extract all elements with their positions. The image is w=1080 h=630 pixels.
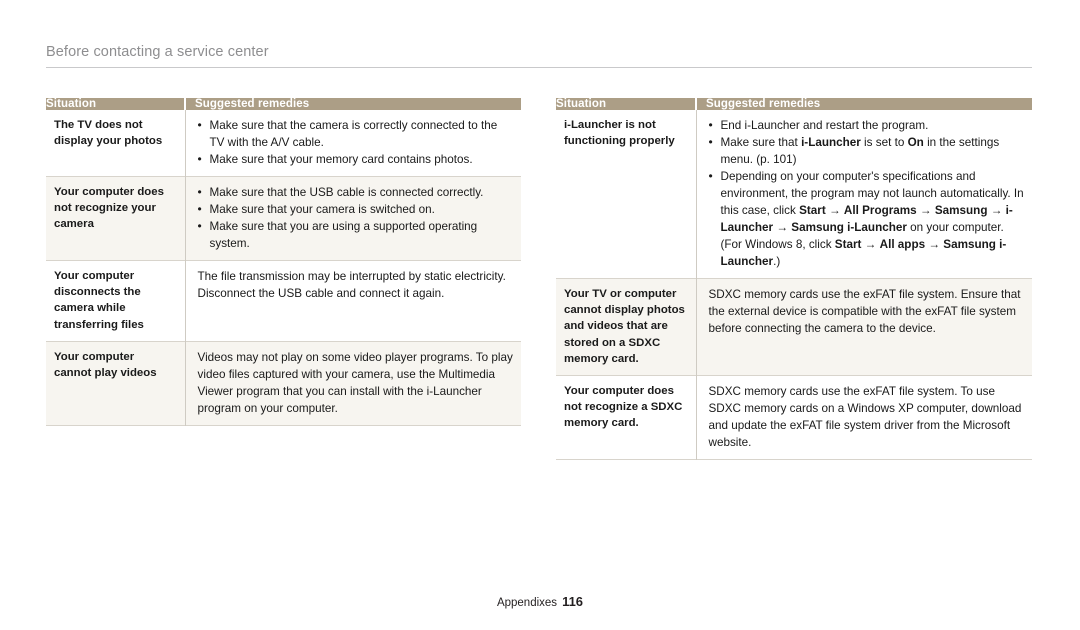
remedy-bullet-item: Make sure that you are using a supported…	[198, 218, 514, 252]
cell-remedy: Make sure that the USB cable is connecte…	[185, 176, 521, 261]
cell-situation: i-Launcher is not functioning properly	[556, 110, 697, 279]
table-left-body: The TV does not display your photos Make …	[46, 110, 521, 426]
page-header: Before contacting a service center	[46, 44, 1032, 68]
situation-text: i-Launcher is not functioning properly	[564, 119, 675, 148]
remedy-bullet-item: Depending on your computer's specificati…	[709, 168, 1025, 270]
cell-situation: Your computer cannot play videos	[46, 341, 186, 426]
column-header-suggested-remedies: Suggested remedies	[695, 98, 1032, 110]
table-row: Your computer cannot play videos Videos m…	[46, 341, 521, 426]
situation-text: Your computer does not recognize a SDXC …	[564, 385, 683, 430]
table-row: i-Launcher is not functioning properly En…	[556, 110, 1032, 279]
table-row: Your computer does not recognize a SDXC …	[556, 375, 1032, 460]
cell-remedy: Videos may not play on some video player…	[185, 341, 521, 426]
situation-text: Your computer does not recognize your ca…	[54, 186, 164, 231]
remedy-bullet-list: Make sure that the camera is correctly c…	[198, 117, 514, 168]
page-title: Before contacting a service center	[46, 44, 269, 60]
remedy-bullet-item: Make sure that the camera is correctly c…	[198, 117, 514, 151]
table-row: The TV does not display your photos Make …	[46, 110, 521, 177]
cell-remedy: SDXC memory cards use the exFAT file sys…	[696, 278, 1032, 376]
cell-situation: Your computer does not recognize a SDXC …	[556, 375, 697, 460]
table-left: Situation Suggested remedies The TV does…	[46, 98, 521, 426]
troubleshooting-table-right: Situation Suggested remedies i-Launcher …	[556, 98, 1032, 460]
remedy-paragraph: SDXC memory cards use the exFAT file sys…	[708, 288, 1021, 335]
header-divider	[46, 67, 1032, 68]
remedy-bullet-item: Make sure that your camera is switched o…	[198, 201, 514, 218]
remedy-bullet-list: Make sure that the USB cable is connecte…	[198, 184, 514, 252]
column-header-suggested-remedies: Suggested remedies	[184, 98, 521, 110]
cell-remedy: End i-Launcher and restart the program.M…	[696, 110, 1032, 279]
table-left-head: Situation Suggested remedies	[46, 98, 521, 110]
column-header-situation: Situation	[46, 98, 185, 110]
footer-section-label: Appendixes	[496, 597, 558, 609]
remedy-paragraph: SDXC memory cards use the exFAT file sys…	[708, 385, 1022, 450]
cell-remedy: SDXC memory cards use the exFAT file sys…	[696, 376, 1032, 460]
table-row: Your computer does not recognize your ca…	[46, 176, 521, 261]
remedy-paragraph: The file transmission may be interrupted…	[197, 270, 506, 300]
remedy-bullet-item: Make sure that i-Launcher is set to On i…	[709, 134, 1025, 168]
table-header-row: Situation Suggested remedies	[46, 98, 521, 110]
remedy-bullet-item: Make sure that your memory card contains…	[198, 151, 514, 168]
column-header-situation: Situation	[556, 98, 696, 110]
cell-remedy: The file transmission may be interrupted…	[185, 261, 521, 342]
cell-situation: Your TV or computer cannot display photo…	[556, 278, 697, 376]
page-footer: Appendixes 116	[0, 594, 1080, 609]
remedy-paragraph: Videos may not play on some video player…	[197, 350, 513, 415]
footer-page-number: 116	[562, 594, 584, 609]
troubleshooting-table-left: Situation Suggested remedies The TV does…	[46, 98, 521, 426]
cell-situation: The TV does not display your photos	[46, 110, 186, 177]
situation-text: Your TV or computer cannot display photo…	[564, 288, 685, 365]
remedy-bullet-list: End i-Launcher and restart the program.M…	[709, 117, 1025, 270]
table-row: Your computer disconnects the camera whi…	[46, 260, 521, 342]
cell-situation: Your computer disconnects the camera whi…	[46, 260, 186, 342]
remedy-bullet-item: End i-Launcher and restart the program.	[709, 117, 1025, 134]
table-header-row: Situation Suggested remedies	[556, 98, 1032, 110]
remedy-bullet-item: Make sure that the USB cable is connecte…	[198, 184, 514, 201]
table-row: Your TV or computer cannot display photo…	[556, 278, 1032, 376]
table-right: Situation Suggested remedies i-Launcher …	[556, 98, 1032, 460]
cell-remedy: Make sure that the camera is correctly c…	[185, 110, 521, 177]
cell-situation: Your computer does not recognize your ca…	[46, 176, 186, 261]
situation-text: The TV does not display your photos	[54, 119, 163, 148]
situation-text: Your computer cannot play videos	[54, 350, 157, 380]
situation-text: Your computer disconnects the camera whi…	[54, 270, 144, 331]
table-right-body: i-Launcher is not functioning properly En…	[556, 110, 1032, 460]
table-right-head: Situation Suggested remedies	[556, 98, 1032, 110]
